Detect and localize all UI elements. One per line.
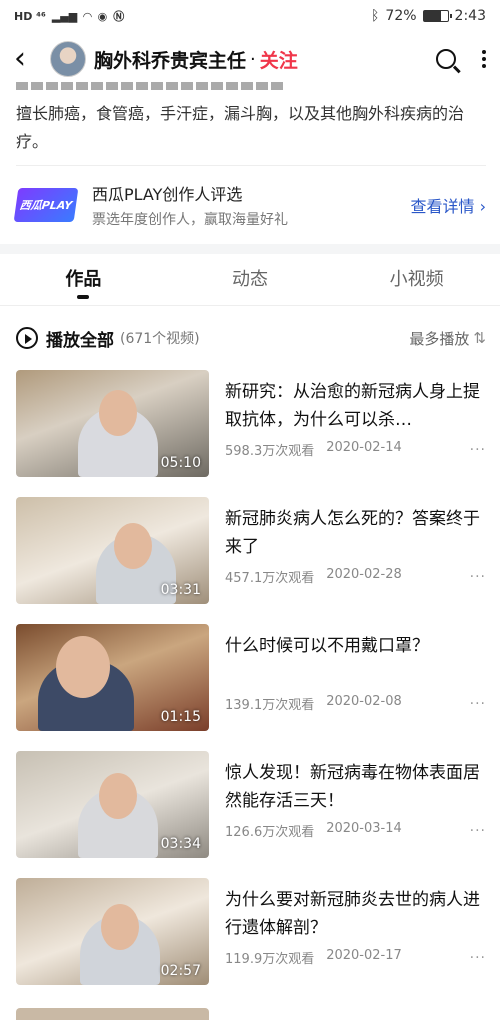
back-button[interactable]: ‹: [14, 44, 50, 74]
video-duration: 05:10: [160, 455, 201, 471]
tab-short-videos[interactable]: 小视频: [333, 254, 500, 305]
thumbnail-face: [99, 390, 137, 436]
battery-fill: [423, 11, 441, 21]
battery-percent: 72%: [385, 8, 417, 24]
video-thumbnail[interactable]: 03:34: [16, 751, 209, 858]
publish-date: 2020-02-08: [326, 694, 402, 709]
view-count: 139.1万次观看: [225, 698, 315, 713]
video-title[interactable]: 新冠肺炎病人怎么死的？答案终于来了: [225, 505, 486, 561]
promo-logo: 西瓜PLAY: [13, 187, 79, 222]
video-thumbnail[interactable]: 02:57: [16, 878, 209, 985]
promo-title: 西瓜PLAY创作人评选: [92, 184, 243, 204]
sort-icon[interactable]: ⇅: [473, 329, 486, 347]
list-item[interactable]: 05:10 新研究：从治愈的新冠病人身上提取抗体，为什么可以杀… 598.3万次…: [16, 370, 486, 497]
video-thumbnail[interactable]: 01:15: [16, 624, 209, 731]
signal-icon: ▂▄▆: [51, 9, 78, 23]
publish-date: 2020-02-14: [326, 440, 402, 455]
video-meta: 126.6万次观看 2020-03-14: [225, 821, 402, 840]
status-bar: HD ⁴⁶ ▂▄▆ ◠ ◉ Ⓝ ᛒ 72% 2:43: [0, 0, 500, 32]
video-meta: 119.9万次观看 2020-02-17: [225, 948, 402, 967]
video-info: 新研究：从治愈的新冠病人身上提取抗体，为什么可以杀… 598.3万次观看 202…: [225, 370, 486, 497]
view-count: 457.1万次观看: [225, 571, 315, 586]
eye-icon: ◉: [97, 9, 108, 23]
header-actions: [436, 49, 486, 69]
video-thumbnail[interactable]: 03:31: [16, 497, 209, 604]
content-tabs: 作品 动态 小视频: [0, 254, 500, 306]
video-duration: 03:31: [160, 582, 201, 598]
video-title[interactable]: 新研究：从治愈的新冠病人身上提取抗体，为什么可以杀…: [225, 378, 486, 434]
chevron-left-icon: ‹: [14, 41, 26, 76]
video-title[interactable]: 为什么要对新冠肺炎去世的病人进行遗体解剖？: [225, 886, 486, 942]
tab-updates[interactable]: 动态: [167, 254, 334, 305]
wifi-icon: ◠: [83, 9, 92, 23]
video-title[interactable]: 惊人发现！新冠病毒在物体表面居然能存活三天！: [225, 759, 486, 815]
video-meta: 598.3万次观看 2020-02-14: [225, 440, 402, 459]
video-count: (671个视频): [120, 331, 200, 347]
video-title[interactable]: 什么时候可以不用戴口罩？: [225, 632, 486, 688]
play-circle-icon[interactable]: [16, 327, 38, 349]
video-duration: 03:34: [160, 836, 201, 852]
list-header: 播放全部 (671个视频) 最多播放 ⇅: [16, 318, 486, 358]
video-info: 什么时候可以不用戴口罩？ 139.1万次观看 2020-02-08 ···: [225, 624, 486, 751]
video-thumbnail[interactable]: 05:10: [16, 370, 209, 477]
thumbnail-face: [99, 773, 137, 819]
more-options-icon[interactable]: ···: [470, 442, 486, 458]
battery-icon: [422, 10, 452, 22]
promo-banner[interactable]: 西瓜PLAY 西瓜PLAY创作人评选 票选年度创作人，赢取海量好礼 查看详情 ›: [13, 165, 487, 243]
page-title: 胸外科乔贵宾主任: [94, 49, 247, 72]
promo-details-link[interactable]: 查看详情 ›: [411, 193, 487, 217]
list-item[interactable]: 02:57 为什么要对新冠肺炎去世的病人进行遗体解剖？ 119.9万次观看 20…: [16, 878, 486, 1005]
status-right: ᛒ 72% 2:43: [371, 8, 486, 24]
video-info: 为什么要对新冠肺炎去世的病人进行遗体解剖？ 119.9万次观看 2020-02-…: [225, 878, 486, 1005]
more-options-icon[interactable]: ···: [470, 696, 486, 712]
video-list: 05:10 新研究：从治愈的新冠病人身上提取抗体，为什么可以杀… 598.3万次…: [16, 370, 486, 1005]
promo-subtitle: 票选年度创作人，赢取海量好礼: [92, 211, 288, 228]
more-options-icon[interactable]: ···: [470, 569, 486, 585]
thumbnail-face: [56, 636, 110, 698]
more-options-icon[interactable]: ···: [470, 950, 486, 966]
more-options-icon[interactable]: ···: [470, 823, 486, 839]
avatar[interactable]: [50, 41, 86, 77]
promo-text: 西瓜PLAY创作人评选 票选年度创作人，赢取海量好礼: [92, 181, 288, 229]
title-separator: ·: [250, 48, 256, 70]
tab-works[interactable]: 作品: [0, 254, 167, 305]
publish-date: 2020-02-28: [326, 567, 402, 582]
section-divider: [0, 244, 500, 254]
top-bar: ‹ 胸外科乔贵宾主任 · 关注: [0, 32, 500, 86]
follow-button[interactable]: 关注: [260, 46, 298, 73]
publish-date: 2020-02-17: [326, 948, 402, 963]
network-label: HD ⁴⁶: [14, 9, 46, 23]
next-video-thumbnail-partial[interactable]: [16, 1008, 209, 1020]
clipped-text-line: [16, 82, 286, 90]
video-meta: 457.1万次观看 2020-02-28: [225, 567, 402, 586]
view-count: 119.9万次观看: [225, 952, 315, 967]
play-all-button[interactable]: 播放全部: [46, 326, 114, 351]
publish-date: 2020-03-14: [326, 821, 402, 836]
sort-button[interactable]: 最多播放: [409, 328, 469, 349]
clock: 2:43: [454, 8, 486, 24]
more-vertical-icon[interactable]: [482, 50, 486, 68]
bluetooth-icon: ᛒ: [371, 8, 380, 24]
view-count: 126.6万次观看: [225, 825, 315, 840]
video-duration: 02:57: [160, 963, 201, 979]
video-info: 惊人发现！新冠病毒在物体表面居然能存活三天！ 126.6万次观看 2020-03…: [225, 751, 486, 878]
video-meta: 139.1万次观看 2020-02-08: [225, 694, 402, 713]
thumbnail-face: [114, 523, 152, 569]
nfc-icon: Ⓝ: [113, 10, 125, 23]
search-icon[interactable]: [436, 49, 456, 69]
video-duration: 01:15: [160, 709, 201, 725]
status-left: HD ⁴⁶ ▂▄▆ ◠ ◉ Ⓝ: [14, 8, 124, 24]
profile-bio: 擅长肺癌，食管癌，手汗症，漏斗胸，以及其他胸外科疾病的治疗。: [16, 104, 465, 151]
view-count: 598.3万次观看: [225, 444, 315, 459]
list-item[interactable]: 01:15 什么时候可以不用戴口罩？ 139.1万次观看 2020-02-08 …: [16, 624, 486, 751]
list-item[interactable]: 03:31 新冠肺炎病人怎么死的？答案终于来了 457.1万次观看 2020-0…: [16, 497, 486, 624]
thumbnail-face: [101, 904, 139, 950]
list-item[interactable]: 03:34 惊人发现！新冠病毒在物体表面居然能存活三天！ 126.6万次观看 2…: [16, 751, 486, 878]
video-info: 新冠肺炎病人怎么死的？答案终于来了 457.1万次观看 2020-02-28 ·…: [225, 497, 486, 624]
